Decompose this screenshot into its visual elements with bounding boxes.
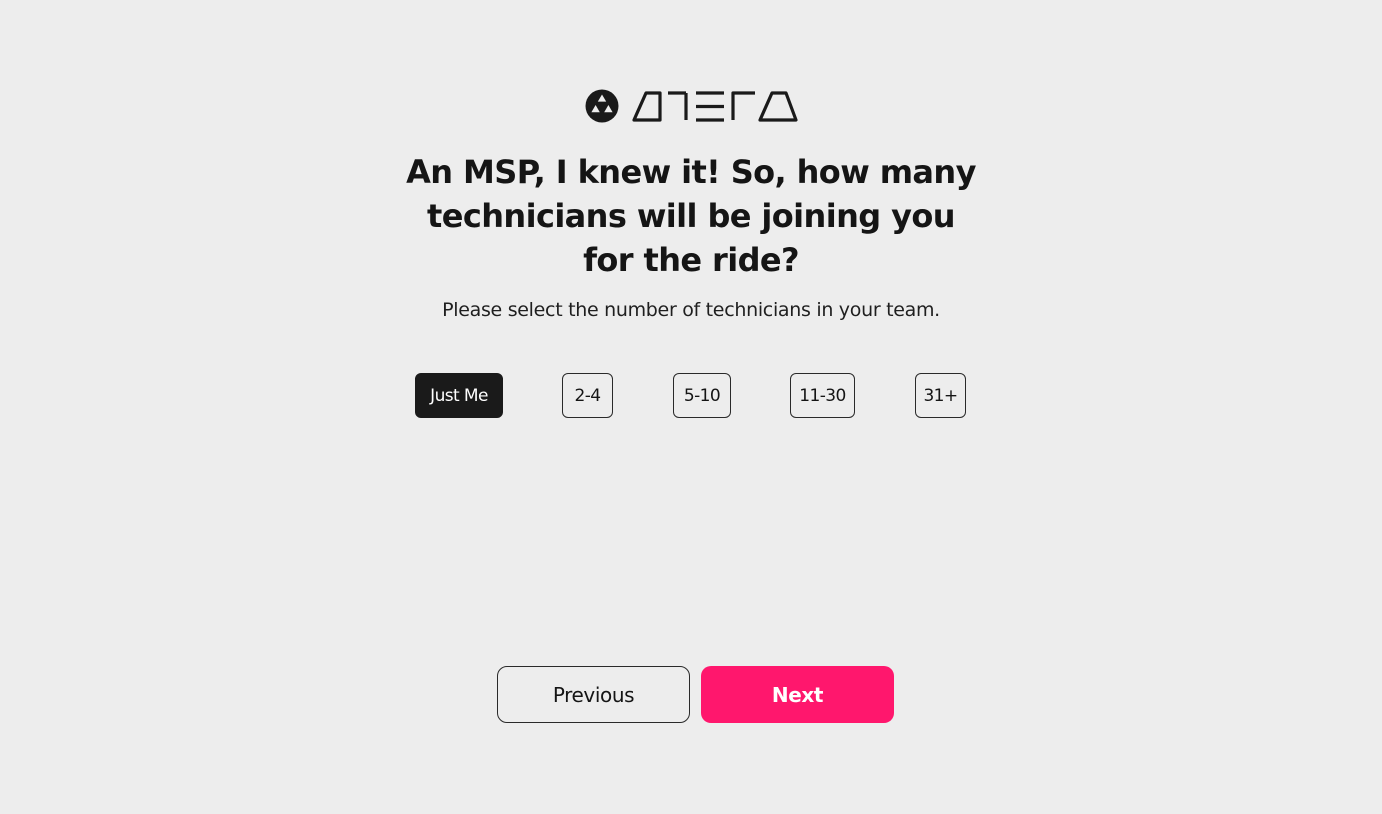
atera-logo [584, 88, 798, 124]
page-subtitle: Please select the number of technicians … [442, 299, 940, 321]
option-11-30[interactable]: 11-30 [790, 373, 855, 418]
next-button[interactable]: Next [701, 666, 894, 723]
headline-line-3: for the ride? [583, 241, 799, 279]
triangle-cluster-logo-icon [585, 89, 619, 123]
page-title: An MSP, I knew it! So, how many technici… [391, 150, 991, 282]
option-5-10[interactable]: 5-10 [673, 373, 731, 418]
atera-wordmark [632, 91, 798, 122]
option-2-4[interactable]: 2-4 [562, 373, 613, 418]
option-just-me[interactable]: Just Me [415, 373, 503, 418]
headline-line-2: technicians will be joining you [427, 197, 955, 235]
option-31-plus[interactable]: 31+ [915, 373, 966, 418]
headline-line-1: An MSP, I knew it! So, how many [406, 153, 976, 191]
previous-button[interactable]: Previous [497, 666, 690, 723]
